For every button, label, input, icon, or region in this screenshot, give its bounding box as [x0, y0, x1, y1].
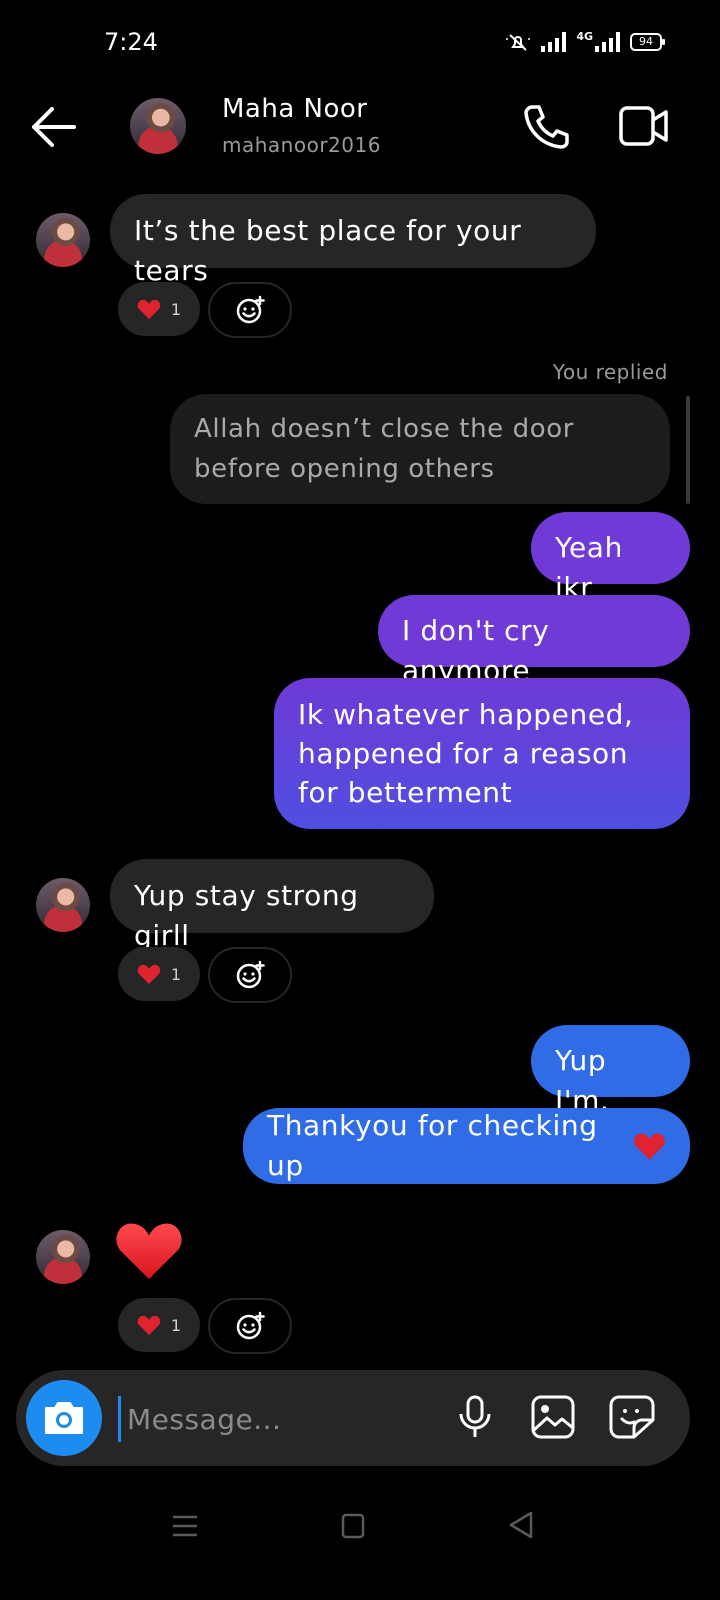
incoming-heart-message[interactable]	[114, 1218, 186, 1284]
heart-icon	[137, 299, 161, 319]
message-avatar[interactable]	[36, 213, 90, 267]
message-input[interactable]	[118, 1396, 449, 1442]
signal-1-icon	[541, 32, 567, 52]
add-reaction-button[interactable]	[208, 1298, 292, 1354]
add-reaction-button[interactable]	[208, 947, 292, 1003]
outgoing-message[interactable]: Yeah ikr	[531, 512, 690, 604]
status-icons: 4G 94	[505, 29, 665, 52]
message-text: Yup stay strong girll	[134, 879, 359, 952]
battery-level: 94	[630, 33, 665, 51]
contact-username[interactable]: mahanoor2016	[222, 133, 381, 157]
add-reaction-button[interactable]	[208, 282, 292, 338]
outgoing-message[interactable]: Ik whatever happened, happened for a rea…	[274, 678, 690, 829]
incoming-message[interactable]: Yup stay strong girll	[110, 859, 434, 952]
camera-icon	[45, 1402, 83, 1434]
header-avatar[interactable]	[130, 98, 186, 154]
heart-icon	[137, 1315, 161, 1335]
replied-label: You replied	[552, 360, 668, 384]
message-text: Yeah ikr	[555, 531, 623, 604]
replied-quote[interactable]: Allah doesn’t close the door before open…	[170, 394, 670, 504]
reaction-badge[interactable]: 1	[118, 1298, 200, 1352]
heart-emoji-icon	[634, 1133, 665, 1160]
message-avatar[interactable]	[36, 878, 90, 932]
reaction-count: 1	[170, 1315, 182, 1335]
reaction-badge[interactable]: 1	[118, 947, 200, 1001]
back-nav-icon[interactable]	[508, 1511, 534, 1539]
message-text: It’s the best place for your tears	[134, 214, 522, 287]
message-text: Thankyou for checking up	[267, 1109, 598, 1182]
big-heart-icon	[116, 1223, 182, 1280]
phone-icon[interactable]	[522, 104, 570, 150]
reaction-count: 1	[170, 964, 182, 984]
gallery-icon[interactable]	[530, 1394, 576, 1440]
contact-name[interactable]: Maha Noor	[222, 94, 368, 124]
quote-text: Allah doesn’t close the door before open…	[194, 414, 575, 484]
scrollbar[interactable]	[686, 396, 690, 504]
message-avatar[interactable]	[36, 1230, 90, 1284]
outgoing-message[interactable]: Yup I'm.	[531, 1025, 690, 1117]
reaction-badge[interactable]: 1	[118, 282, 200, 336]
outgoing-message[interactable]: Thankyou for checking up	[243, 1108, 690, 1184]
signal-2-icon	[595, 32, 620, 52]
reaction-count: 1	[170, 299, 182, 319]
menu-icon[interactable]	[172, 1514, 198, 1538]
back-arrow-icon[interactable]	[30, 106, 78, 148]
incoming-message[interactable]: It’s the best place for your tears	[110, 194, 596, 287]
microphone-icon[interactable]	[456, 1394, 494, 1440]
silent-bell-icon	[506, 34, 531, 51]
home-icon[interactable]	[341, 1513, 365, 1539]
sticker-icon[interactable]	[608, 1394, 656, 1440]
add-reaction-icon	[236, 960, 265, 989]
message-text: Ik whatever happened, happened for a rea…	[298, 698, 634, 809]
outgoing-message[interactable]: I don't cry anymore	[378, 595, 690, 687]
heart-icon	[137, 964, 161, 984]
camera-button[interactable]	[26, 1380, 102, 1456]
status-time: 7:24	[104, 28, 158, 56]
video-camera-icon[interactable]	[618, 104, 670, 148]
add-reaction-icon	[236, 295, 265, 324]
message-text: I don't cry anymore	[402, 614, 550, 687]
network-type: 4G	[576, 29, 593, 43]
add-reaction-icon	[236, 1311, 265, 1340]
